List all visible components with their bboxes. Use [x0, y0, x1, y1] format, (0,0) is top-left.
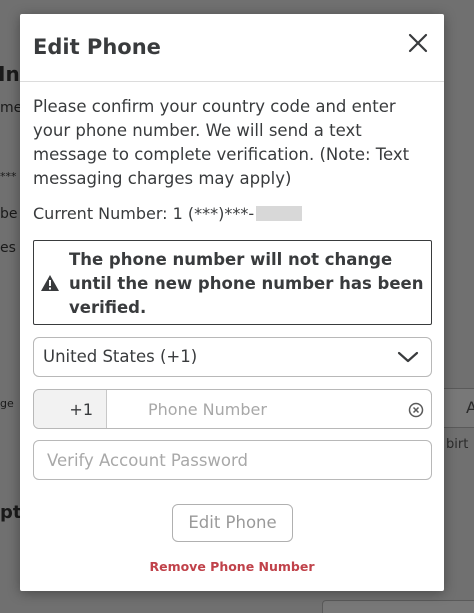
background-text: be: [0, 206, 18, 222]
modal-description: Please confirm your country code and ent…: [33, 97, 410, 188]
background-text: birt: [446, 437, 469, 452]
country-code-select[interactable]: United States (+1): [33, 337, 432, 377]
clear-circle-icon[interactable]: [408, 402, 424, 418]
background-input: [322, 600, 474, 613]
close-icon[interactable]: [406, 31, 430, 55]
warning-box: The phone number will not change until t…: [33, 240, 432, 325]
edit-phone-modal: Edit Phone Please confirm your country c…: [20, 14, 444, 591]
background-text: ***: [0, 170, 17, 183]
phone-prefix: +1: [34, 390, 107, 428]
current-number: Current Number: 1 (***)***-: [33, 204, 303, 223]
background-text: me: [0, 100, 23, 116]
remove-phone-link[interactable]: Remove Phone Number: [20, 559, 444, 574]
background-text: A: [466, 398, 474, 417]
phone-number-group: +1: [33, 389, 432, 429]
current-number-label: Current Number: 1 (***)***-: [33, 204, 255, 223]
modal-title: Edit Phone: [33, 35, 161, 59]
warning-triangle-icon: [41, 275, 59, 291]
background-text: ge: [0, 397, 14, 410]
phone-number-input[interactable]: [108, 390, 398, 428]
chevron-down-icon: [397, 351, 419, 363]
background-title: In: [0, 62, 20, 86]
background-text: pt: [0, 502, 22, 523]
background-text: es: [0, 240, 16, 256]
modal-header: Edit Phone: [20, 14, 444, 82]
country-select-value: United States (+1): [43, 347, 198, 366]
edit-phone-button[interactable]: Edit Phone: [172, 504, 293, 542]
warning-text: The phone number will not change until t…: [69, 250, 424, 317]
phone-prefix-label: +1: [69, 400, 93, 419]
verify-password-input[interactable]: [33, 440, 432, 480]
masked-number-block: [256, 206, 303, 221]
